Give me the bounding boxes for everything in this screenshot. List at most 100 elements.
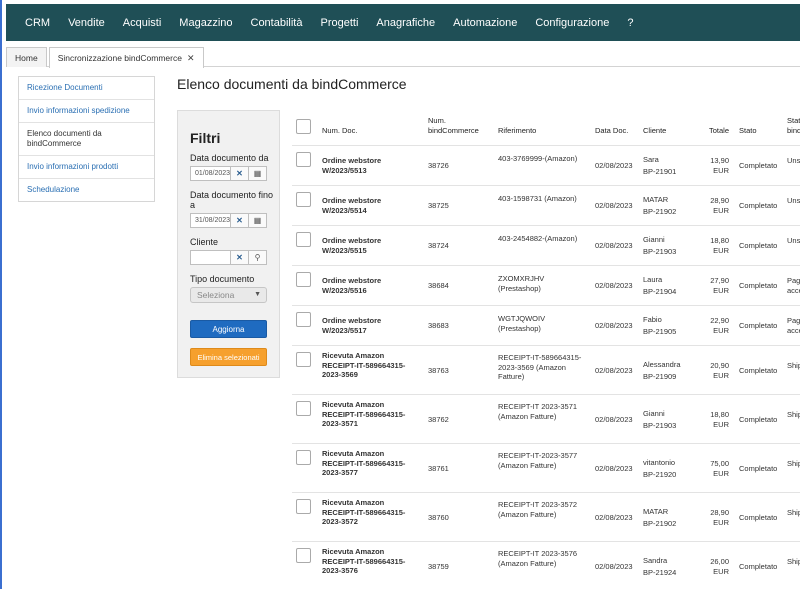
- document-date: 02/08/2023: [595, 513, 633, 522]
- close-icon[interactable]: ✕: [187, 53, 195, 64]
- refresh-button[interactable]: Aggiorna: [190, 320, 267, 338]
- header-data-doc[interactable]: Data Doc.: [595, 126, 628, 136]
- header-riferimento[interactable]: Riferimento: [498, 126, 536, 136]
- row-checkbox[interactable]: [296, 401, 311, 416]
- bindcommerce-status: Unsh: [787, 196, 800, 205]
- nav-help[interactable]: ?: [618, 17, 642, 29]
- document-date: 02/08/2023: [595, 201, 633, 210]
- nav-vendite[interactable]: Vendite: [59, 17, 114, 29]
- tab-home[interactable]: Home: [6, 47, 47, 67]
- document-link[interactable]: Ordine webstore W/2023/5517: [322, 316, 417, 335]
- clear-icon[interactable]: ✕: [230, 214, 248, 227]
- row-checkbox[interactable]: [296, 548, 311, 563]
- document-type-select[interactable]: Seleziona ▼: [190, 287, 267, 303]
- customer-name: Gianni: [643, 409, 665, 418]
- nav-anagrafiche[interactable]: Anagrafiche: [367, 17, 444, 29]
- customer-input[interactable]: [191, 251, 230, 264]
- row-checkbox[interactable]: [296, 192, 311, 207]
- customer-code: BP-21904: [643, 287, 677, 296]
- bindcommerce-number: 38762: [428, 415, 449, 424]
- customer-name: Gianni: [643, 235, 665, 244]
- bindcommerce-number: 38683: [428, 321, 449, 330]
- nav-magazzino[interactable]: Magazzino: [170, 17, 241, 29]
- document-total: 26,00 EUR: [710, 557, 729, 576]
- document-link[interactable]: Ordine webstore W/2023/5514: [322, 196, 417, 215]
- date-from-field: 01/08/2023 ✕ ▦: [190, 166, 267, 181]
- sidebar-item-invio-prodotti[interactable]: Invio informazioni prodotti: [19, 156, 154, 179]
- row-checkbox[interactable]: [296, 352, 311, 367]
- calendar-icon[interactable]: ▦: [248, 167, 266, 180]
- row-checkbox[interactable]: [296, 232, 311, 247]
- document-link[interactable]: Ricevuta Amazon RECEIPT-IT-589664315-202…: [322, 547, 417, 576]
- table-row: Ordine webstore W/2023/5513 38726 403-3769…: [292, 146, 800, 186]
- riferimento: RECEIPT-IT 2023-3572 (Amazon Fatture): [498, 500, 578, 519]
- document-date: 02/08/2023: [595, 241, 633, 250]
- nav-acquisti[interactable]: Acquisti: [114, 17, 171, 29]
- search-icon[interactable]: ⚲: [248, 251, 266, 264]
- customer-name: vitantonio: [643, 458, 676, 467]
- header-stato[interactable]: Stato: [739, 126, 757, 136]
- date-to-label: Data documento fino a: [190, 190, 274, 210]
- table-row: Ricevuta Amazon RECEIPT-IT-589664315-202…: [292, 346, 800, 395]
- tab-sincronizzazione[interactable]: Sincronizzazione bindCommerce ✕: [48, 47, 204, 68]
- document-status: Completato: [739, 513, 778, 522]
- bindcommerce-status: Ship: [787, 410, 800, 419]
- delete-selected-button[interactable]: Elimina selezionati: [190, 348, 267, 366]
- document-link[interactable]: Ricevuta Amazon RECEIPT-IT-589664315-202…: [322, 400, 417, 429]
- sidebar-item-ricezione[interactable]: Ricezione Documenti: [19, 77, 154, 100]
- sidebar-item-elenco-documenti[interactable]: Elenco documenti da bindCommerce: [19, 123, 154, 156]
- document-date: 02/08/2023: [595, 464, 633, 473]
- row-checkbox[interactable]: [296, 312, 311, 327]
- document-link[interactable]: Ordine webstore W/2023/5516: [322, 276, 417, 295]
- document-total: 27,90 EUR: [710, 276, 729, 295]
- nav-contabilita[interactable]: Contabilità: [242, 17, 312, 29]
- customer-name: Laura: [643, 275, 663, 284]
- document-link[interactable]: Ricevuta Amazon RECEIPT-IT-589664315-202…: [322, 498, 417, 527]
- date-to-input[interactable]: 31/08/2023: [191, 214, 230, 227]
- table-row: Ordine webstore W/2023/5515 38724 403-2454…: [292, 226, 800, 266]
- document-link[interactable]: Ricevuta Amazon RECEIPT-IT-589664315-202…: [322, 449, 417, 478]
- table-row: Ricevuta Amazon RECEIPT-IT-589664315-202…: [292, 542, 800, 589]
- bindcommerce-status: Ship: [787, 508, 800, 517]
- date-from-input[interactable]: 01/08/2023: [191, 167, 230, 180]
- bindcommerce-status: Ship: [787, 459, 800, 468]
- row-checkbox[interactable]: [296, 272, 311, 287]
- riferimento: WGTJQWOIV (Prestashop): [498, 314, 546, 333]
- header-num-bind[interactable]: Num. bindCommerce: [428, 116, 488, 135]
- app-frame: CRM Vendite Acquisti Magazzino Contabili…: [0, 0, 800, 589]
- nav-crm[interactable]: CRM: [16, 17, 59, 29]
- document-total: 22,90 EUR: [710, 316, 729, 335]
- table-row: Ricevuta Amazon RECEIPT-IT-589664315-202…: [292, 444, 800, 493]
- document-link[interactable]: Ordine webstore W/2023/5515: [322, 236, 417, 255]
- nav-progetti[interactable]: Progetti: [311, 17, 367, 29]
- select-all-checkbox[interactable]: [296, 119, 311, 134]
- row-checkbox[interactable]: [296, 499, 311, 514]
- document-date: 02/08/2023: [595, 321, 633, 330]
- clear-icon[interactable]: ✕: [230, 167, 248, 180]
- documents-table: Num. Doc. Num. bindCommerce Riferimento …: [292, 110, 800, 589]
- nav-configurazione[interactable]: Configurazione: [526, 17, 618, 29]
- nav-automazione[interactable]: Automazione: [444, 17, 526, 29]
- row-checkbox[interactable]: [296, 152, 311, 167]
- document-total: 18,80 EUR: [710, 410, 729, 429]
- document-status: Completato: [739, 241, 778, 250]
- document-link[interactable]: Ordine webstore W/2023/5513: [322, 156, 417, 175]
- calendar-icon[interactable]: ▦: [248, 214, 266, 227]
- bindcommerce-number: 38761: [428, 464, 449, 473]
- row-checkbox[interactable]: [296, 450, 311, 465]
- customer-code: BP-21902: [643, 207, 677, 216]
- sidebar-item-schedulazione[interactable]: Schedulazione: [19, 179, 154, 201]
- header-num-doc[interactable]: Num. Doc.: [322, 126, 357, 136]
- header-stato-bind[interactable]: Stato bindC: [787, 116, 800, 135]
- date-to-field: 31/08/2023 ✕ ▦: [190, 213, 267, 228]
- header-totale[interactable]: Totale: [692, 126, 729, 136]
- date-from-label: Data documento da: [190, 153, 269, 163]
- document-link[interactable]: Ricevuta Amazon RECEIPT-IT-589664315-202…: [322, 351, 417, 380]
- customer-code: BP-21920: [643, 470, 677, 479]
- sidebar-item-invio-spedizione[interactable]: Invio informazioni spedizione: [19, 100, 154, 123]
- riferimento: ZXOMXRJHV (Prestashop): [498, 274, 545, 293]
- clear-icon[interactable]: ✕: [230, 251, 248, 264]
- bindcommerce-status: Paga acce: [787, 276, 800, 295]
- document-total: 13,90 EUR: [710, 156, 729, 175]
- header-cliente[interactable]: Cliente: [643, 126, 666, 136]
